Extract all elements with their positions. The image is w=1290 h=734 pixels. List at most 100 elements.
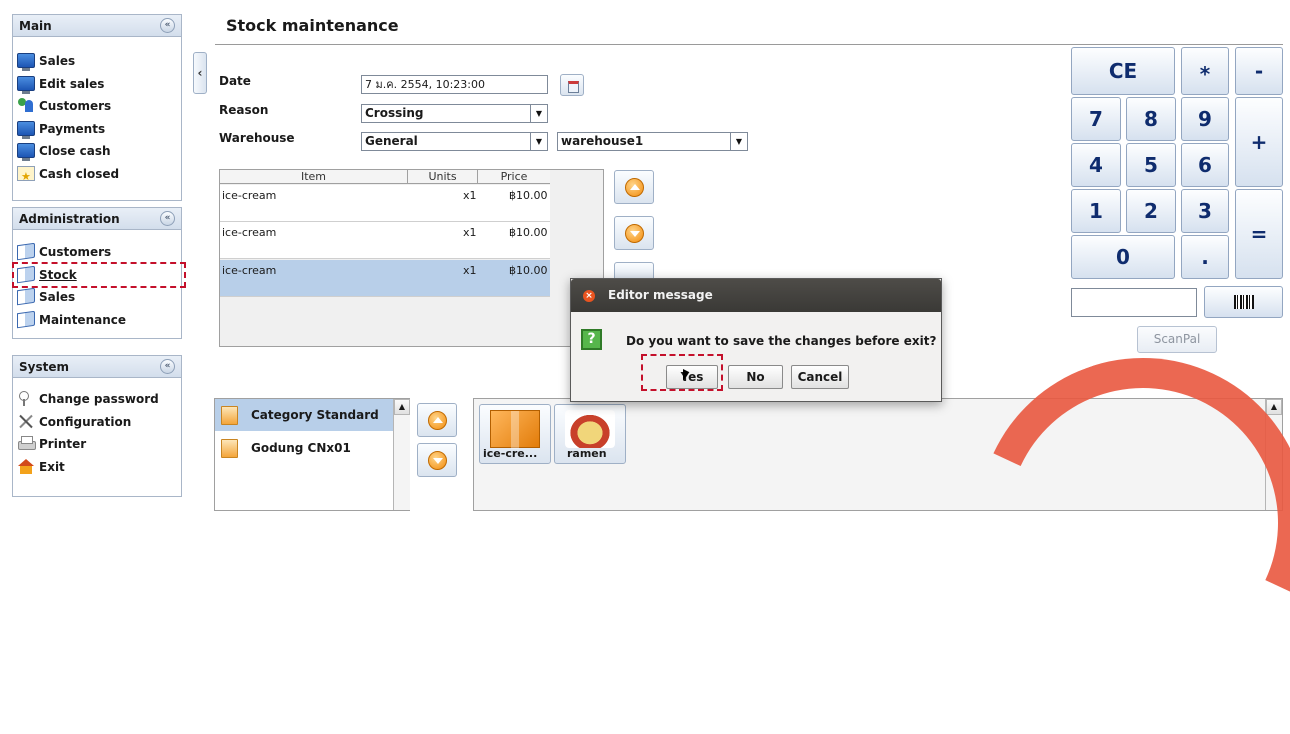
sidebar-item-maintenance[interactable]: Maintenance (13, 309, 181, 332)
key-7[interactable]: 7 (1071, 97, 1121, 141)
main-panel-header[interactable]: Main « (13, 15, 181, 37)
category-icon (221, 406, 238, 425)
editor-message-dialog: × Editor message ? Do you want to save t… (570, 278, 942, 402)
table-row-selected[interactable]: ice-cream x1 ฿10.00 (220, 260, 550, 297)
administration-panel-title: Administration (19, 212, 120, 226)
system-panel-header[interactable]: System « (13, 356, 181, 378)
product-ramen[interactable]: ramen (554, 404, 626, 464)
dialog-title: Editor message (608, 288, 713, 302)
calendar-star-icon (17, 165, 35, 188)
key-6[interactable]: 6 (1181, 143, 1229, 187)
tools-icon (17, 414, 35, 429)
warehouse-location-select[interactable]: warehouse1 ▼ (557, 132, 748, 151)
arrow-down-icon (428, 451, 447, 470)
reason-select[interactable]: Crossing ▼ (361, 104, 548, 123)
key-2[interactable]: 2 (1126, 189, 1176, 233)
move-up-button[interactable] (614, 170, 654, 204)
collapse-up-icon[interactable]: « (160, 211, 175, 226)
system-panel: System « Change password Configuration P… (12, 355, 182, 497)
sidebar-item-payments[interactable]: Payments (13, 118, 181, 141)
key-equals[interactable]: = (1235, 189, 1283, 279)
category-scrollbar[interactable]: ▲ (393, 399, 410, 510)
key-5[interactable]: 5 (1126, 143, 1176, 187)
question-icon: ? (581, 329, 602, 350)
collapse-up-icon[interactable]: « (160, 359, 175, 374)
barcode-button[interactable] (1204, 286, 1283, 318)
sidebar-item-admin-sales[interactable]: Sales (13, 286, 181, 309)
reason-label: Reason (219, 103, 269, 117)
calendar-icon[interactable] (560, 74, 584, 96)
scroll-up-icon[interactable]: ▲ (1266, 399, 1282, 415)
administration-panel-header[interactable]: Administration « (13, 208, 181, 230)
barcode-input[interactable] (1071, 288, 1197, 317)
chevron-down-icon[interactable]: ▼ (730, 133, 747, 150)
category-item-godung[interactable]: Godung CNx01 (215, 432, 393, 464)
column-header-price[interactable]: Price (478, 170, 550, 184)
arrow-up-icon (625, 178, 644, 197)
monitor-icon (17, 120, 35, 139)
scroll-up-icon[interactable]: ▲ (394, 399, 410, 415)
move-down-button[interactable] (614, 216, 654, 250)
key-minus[interactable]: - (1235, 47, 1283, 95)
no-button[interactable]: No (728, 365, 783, 389)
home-icon (17, 458, 35, 474)
key-0[interactable]: 0 (1071, 235, 1175, 279)
collapse-up-icon[interactable]: « (160, 18, 175, 33)
chevron-down-icon[interactable]: ▼ (530, 133, 547, 150)
scanpal-button[interactable]: ScanPal (1137, 326, 1217, 353)
monitor-icon (17, 53, 35, 71)
key-multiply[interactable]: * (1181, 47, 1229, 95)
key-icon (17, 391, 35, 406)
orange-box-icon (490, 410, 540, 449)
warehouse-label: Warehouse (219, 131, 295, 145)
table-row[interactable]: ice-cream x1 ฿10.00 (220, 185, 550, 222)
key-1[interactable]: 1 (1071, 189, 1121, 233)
column-header-item[interactable]: Item (220, 170, 408, 184)
warehouse-location-value: warehouse1 (561, 134, 644, 148)
key-3[interactable]: 3 (1181, 189, 1229, 233)
sidebar-item-exit[interactable]: Exit (13, 456, 181, 479)
sidebar-item-printer[interactable]: Printer (13, 433, 181, 456)
key-4[interactable]: 4 (1071, 143, 1121, 187)
sidebar-item-sales[interactable]: Sales (13, 50, 181, 73)
key-ce[interactable]: CE (1071, 47, 1175, 95)
monitor-icon (17, 143, 35, 161)
sidebar-item-close-cash[interactable]: Close cash (13, 140, 181, 163)
key-9[interactable]: 9 (1181, 97, 1229, 141)
arrow-down-icon (625, 224, 644, 243)
sidebar-item-edit-sales[interactable]: Edit sales (13, 73, 181, 96)
page-title: Stock maintenance (226, 16, 399, 35)
mouse-cursor-icon (683, 369, 689, 381)
cancel-button[interactable]: Cancel (791, 365, 849, 389)
arrow-up-icon (428, 411, 447, 430)
printer-icon (17, 436, 36, 451)
table-row[interactable]: ice-cream x1 ฿10.00 (220, 222, 550, 259)
sidebar-toggle-button[interactable]: ‹ (193, 52, 207, 94)
sidebar: Main « Sales Edit sales Customers Paymen… (0, 0, 189, 511)
category-item-standard[interactable]: Category Standard (215, 399, 393, 431)
column-header-units[interactable]: Units (408, 170, 478, 184)
watermark-logo (931, 311, 1290, 734)
sidebar-item-customers[interactable]: Customers (13, 95, 181, 118)
sidebar-item-configuration[interactable]: Configuration (13, 411, 181, 434)
monitor-icon (17, 75, 35, 94)
ramen-bowl-icon (565, 410, 615, 448)
date-input[interactable]: 7 ม.ค. 2554, 10:23:00 (361, 75, 548, 94)
key-8[interactable]: 8 (1126, 97, 1176, 141)
key-decimal[interactable]: . (1181, 235, 1229, 279)
sidebar-item-change-password[interactable]: Change password (13, 388, 181, 411)
table-header: Item Units Price (220, 170, 550, 184)
product-ice-cream[interactable]: ice-cre... (479, 404, 551, 464)
key-plus[interactable]: + (1235, 97, 1283, 187)
chevron-down-icon[interactable]: ▼ (530, 105, 547, 122)
warehouse-select[interactable]: General ▼ (361, 132, 548, 151)
sidebar-item-admin-customers[interactable]: Customers (13, 241, 181, 264)
people-icon (17, 98, 35, 113)
book-icon (17, 242, 35, 261)
category-down-button[interactable] (417, 443, 457, 477)
book-icon (17, 287, 35, 306)
close-icon[interactable]: × (583, 290, 595, 302)
category-up-button[interactable] (417, 403, 457, 437)
stock-lines-table: Item Units Price ice-cream x1 ฿10.00 ice… (219, 169, 604, 347)
sidebar-item-cash-closed[interactable]: Cash closed (13, 163, 181, 188)
